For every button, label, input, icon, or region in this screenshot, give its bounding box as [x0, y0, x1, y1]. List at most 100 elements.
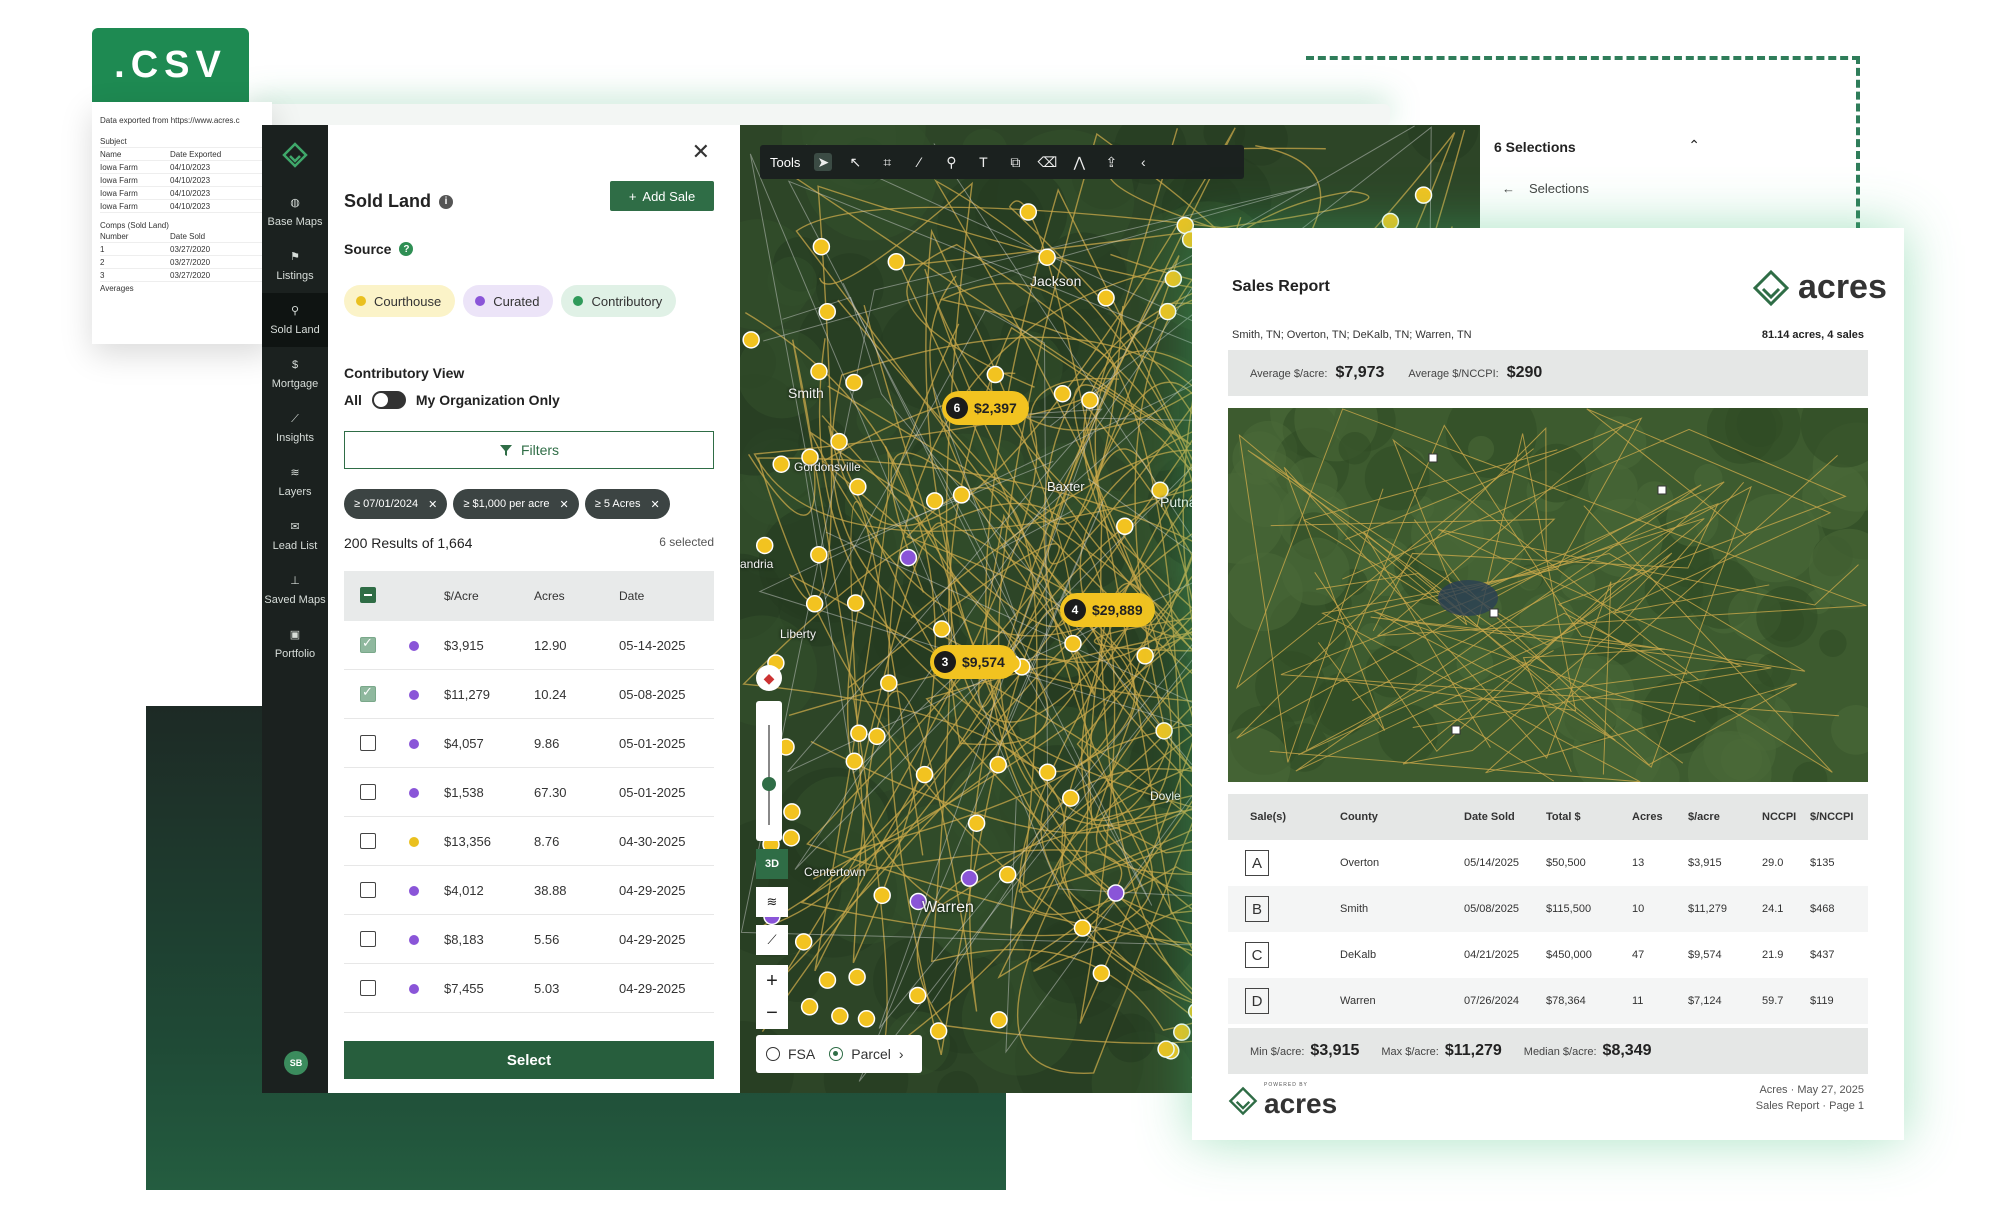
multi-select-icon[interactable]: ↖: [846, 153, 864, 171]
sale-marker[interactable]: [848, 968, 866, 986]
nav-item-insights[interactable]: ⟋ Insights: [262, 401, 328, 455]
3d-button[interactable]: 3D: [756, 849, 788, 879]
sale-marker[interactable]: [845, 752, 864, 771]
nav-item-layers[interactable]: ≋ Layers: [262, 455, 328, 509]
sale-marker[interactable]: [933, 620, 951, 638]
insights-icon[interactable]: ⟋: [756, 925, 788, 955]
sale-marker[interactable]: [915, 765, 934, 784]
shapes-icon[interactable]: ⧉: [1006, 153, 1024, 171]
sale-marker[interactable]: [1157, 1040, 1175, 1058]
row-checkbox[interactable]: [360, 833, 376, 849]
sale-marker[interactable]: [782, 829, 800, 847]
table-row[interactable]: $8,183 5.56 04-29-2025: [344, 915, 714, 964]
table-row[interactable]: $7,455 5.03 04-29-2025: [344, 964, 714, 1013]
sale-marker[interactable]: [1062, 789, 1080, 807]
sale-marker[interactable]: [1019, 203, 1038, 221]
table-row[interactable]: $1,538 67.30 05-01-2025: [344, 768, 714, 817]
marker-icon[interactable]: ⚲: [942, 153, 960, 171]
table-row[interactable]: $13,356 8.76 04-30-2025: [344, 817, 714, 866]
sale-marker[interactable]: [1136, 647, 1154, 665]
sale-marker[interactable]: [929, 1022, 948, 1040]
select-button[interactable]: Select: [344, 1041, 714, 1079]
info-icon[interactable]: i: [439, 194, 453, 209]
sale-marker[interactable]: [755, 536, 774, 555]
table-row[interactable]: $4,057 9.86 05-01-2025: [344, 719, 714, 768]
price-pill[interactable]: 6 $2,397: [942, 391, 1029, 425]
row-checkbox[interactable]: [360, 931, 376, 947]
sale-marker[interactable]: [850, 724, 868, 743]
zoom-in-icon[interactable]: +: [766, 970, 778, 993]
select-cursor-icon[interactable]: ➤: [814, 153, 833, 171]
select-all-checkbox[interactable]: [360, 587, 376, 603]
nav-item-sold-land[interactable]: ⚲ Sold Land: [262, 293, 328, 347]
remove-filter-icon[interactable]: ✕: [560, 498, 569, 511]
sale-marker[interactable]: [873, 886, 891, 905]
chevron-up-icon[interactable]: ⌃: [1688, 137, 1700, 154]
org-toggle[interactable]: [371, 391, 406, 409]
sale-marker[interactable]: [846, 594, 865, 612]
collapse-icon[interactable]: ‹: [1134, 153, 1152, 171]
chip-curated[interactable]: Curated: [463, 285, 554, 317]
sale-marker[interactable]: [831, 1007, 849, 1025]
sale-marker[interactable]: [810, 545, 828, 564]
sale-marker[interactable]: [845, 373, 863, 392]
sale-marker[interactable]: [908, 986, 927, 1005]
pitch-slider[interactable]: [756, 701, 782, 841]
row-checkbox[interactable]: [360, 684, 376, 702]
zoom-out-icon[interactable]: −: [766, 1002, 778, 1025]
sale-marker[interactable]: [967, 814, 986, 832]
nav-item-saved-maps[interactable]: ⊥ Saved Maps: [262, 563, 328, 617]
parcel-radio[interactable]: [829, 1047, 844, 1061]
chip-courthouse[interactable]: Courthouse: [344, 285, 456, 317]
close-icon[interactable]: ✕: [692, 139, 710, 165]
selections-back[interactable]: ← Selections: [1502, 181, 1589, 196]
filter-tag-acres[interactable]: ≥ 5 Acres ✕: [584, 489, 670, 519]
sale-marker[interactable]: [1053, 384, 1072, 403]
fsa-radio[interactable]: [766, 1047, 780, 1061]
row-checkbox[interactable]: [360, 980, 376, 996]
sale-marker[interactable]: [1064, 634, 1082, 653]
sale-marker[interactable]: [960, 869, 979, 887]
sale-marker[interactable]: [1097, 289, 1115, 307]
sale-marker[interactable]: [998, 865, 1017, 884]
sale-marker[interactable]: [794, 933, 813, 951]
sale-marker[interactable]: [857, 1010, 876, 1028]
sale-marker[interactable]: [1038, 763, 1057, 781]
chevron-right-icon[interactable]: ›: [899, 1046, 904, 1062]
sale-marker[interactable]: [812, 237, 831, 256]
sale-marker[interactable]: [986, 365, 1005, 384]
sale-marker[interactable]: [849, 478, 867, 496]
add-sale-button[interactable]: + Add Sale: [610, 181, 714, 211]
sale-marker[interactable]: [800, 998, 819, 1016]
price-pill[interactable]: 3 $9,574: [930, 645, 1017, 679]
text-icon[interactable]: T: [974, 153, 992, 171]
nav-item-mortgage[interactable]: $ Mortgage: [262, 347, 328, 401]
table-row[interactable]: $11,279 10.24 05-08-2025: [344, 670, 714, 719]
filters-button[interactable]: Filters: [344, 431, 714, 469]
polygon-icon[interactable]: ⌗: [878, 153, 896, 171]
sale-marker[interactable]: [990, 1011, 1008, 1029]
sale-marker[interactable]: [805, 595, 824, 613]
nav-item-lead-list[interactable]: ✉ Lead List: [262, 509, 328, 563]
sale-marker[interactable]: [1073, 919, 1092, 937]
row-checkbox[interactable]: [360, 735, 376, 751]
nav-item-portfolio[interactable]: ▣ Portfolio: [262, 617, 328, 671]
sale-marker[interactable]: [880, 674, 898, 692]
sale-marker[interactable]: [1081, 391, 1099, 409]
sale-marker[interactable]: [925, 492, 944, 510]
sale-marker[interactable]: [1038, 248, 1056, 266]
chip-contributory[interactable]: Contributory: [561, 285, 677, 317]
sale-marker[interactable]: [887, 253, 906, 271]
help-icon[interactable]: ?: [399, 242, 414, 256]
table-row[interactable]: $4,012 38.88 04-29-2025: [344, 866, 714, 915]
sale-marker[interactable]: [818, 971, 837, 989]
table-row[interactable]: $3,915 12.90 05-14-2025: [344, 621, 714, 670]
sale-marker[interactable]: [1155, 722, 1173, 740]
compass-icon[interactable]: ◆: [756, 665, 782, 691]
sale-marker[interactable]: [868, 727, 886, 746]
sale-marker[interactable]: [810, 362, 828, 381]
filter-tag-price[interactable]: ≥ $1,000 per acre ✕: [453, 489, 579, 519]
sale-marker[interactable]: [1414, 186, 1433, 204]
sale-marker[interactable]: [1158, 302, 1177, 321]
line-icon[interactable]: ⁄: [910, 153, 928, 171]
